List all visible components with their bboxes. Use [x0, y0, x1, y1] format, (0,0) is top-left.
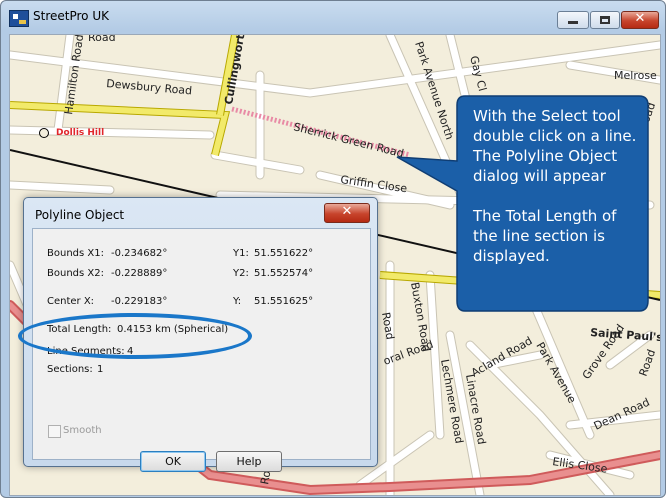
- close-icon: ✕: [341, 204, 353, 219]
- callout-paragraph: With the Select tool double click on a l…: [473, 107, 637, 185]
- sections-label: Sections:: [47, 364, 93, 375]
- window-title: StreetPro UK: [33, 9, 109, 23]
- center-y-label: Y:: [233, 296, 242, 307]
- maximize-icon: [600, 16, 610, 24]
- ok-button[interactable]: OK: [140, 451, 206, 472]
- bounds-x2-value: -0.228889°: [111, 268, 168, 279]
- app-window: StreetPro UK ✕ Road Hamilton Road Dewsbu…: [0, 0, 666, 498]
- title-bar[interactable]: StreetPro UK ✕: [1, 1, 665, 35]
- road-label: Road: [88, 35, 116, 44]
- minimize-button[interactable]: [557, 11, 589, 29]
- road-label: Sherrick Green Road: [292, 120, 405, 160]
- road-label: Road: [637, 348, 659, 378]
- bounds-x2-label: Bounds X2:: [47, 268, 104, 279]
- bounds-x1-label: Bounds X1:: [47, 248, 104, 259]
- help-button[interactable]: Help: [216, 451, 282, 472]
- place-marker[interactable]: [39, 128, 49, 138]
- center-x-value: -0.229183°: [111, 296, 168, 307]
- close-button[interactable]: ✕: [621, 11, 659, 29]
- smooth-label: Smooth: [63, 425, 102, 436]
- center-x-label: Center X:: [47, 296, 95, 307]
- place-label: Dollis Hill: [56, 128, 105, 138]
- dialog-title: Polyline Object: [35, 208, 125, 222]
- smooth-checkbox[interactable]: [48, 425, 61, 438]
- minimize-icon: [568, 21, 578, 24]
- y1-label: Y1:: [233, 248, 249, 259]
- callout-text: With the Select tool double click on a l…: [473, 106, 645, 266]
- maximize-button[interactable]: [590, 11, 620, 29]
- y2-label: Y2:: [233, 268, 249, 279]
- sections-value: 1: [97, 364, 104, 375]
- callout-paragraph: The Total Length of the line section is …: [473, 207, 617, 265]
- y1-value: 51.551622°: [254, 248, 314, 259]
- total-length-highlight: [18, 313, 252, 359]
- app-icon: [9, 10, 29, 27]
- dialog-close-button[interactable]: ✕: [324, 203, 370, 223]
- bounds-x1-value: -0.234682°: [111, 248, 168, 259]
- y2-value: 51.552574°: [254, 268, 314, 279]
- center-y-value: 51.551625°: [254, 296, 314, 307]
- road-label: Melrose: [614, 69, 657, 82]
- close-icon: ✕: [634, 11, 646, 26]
